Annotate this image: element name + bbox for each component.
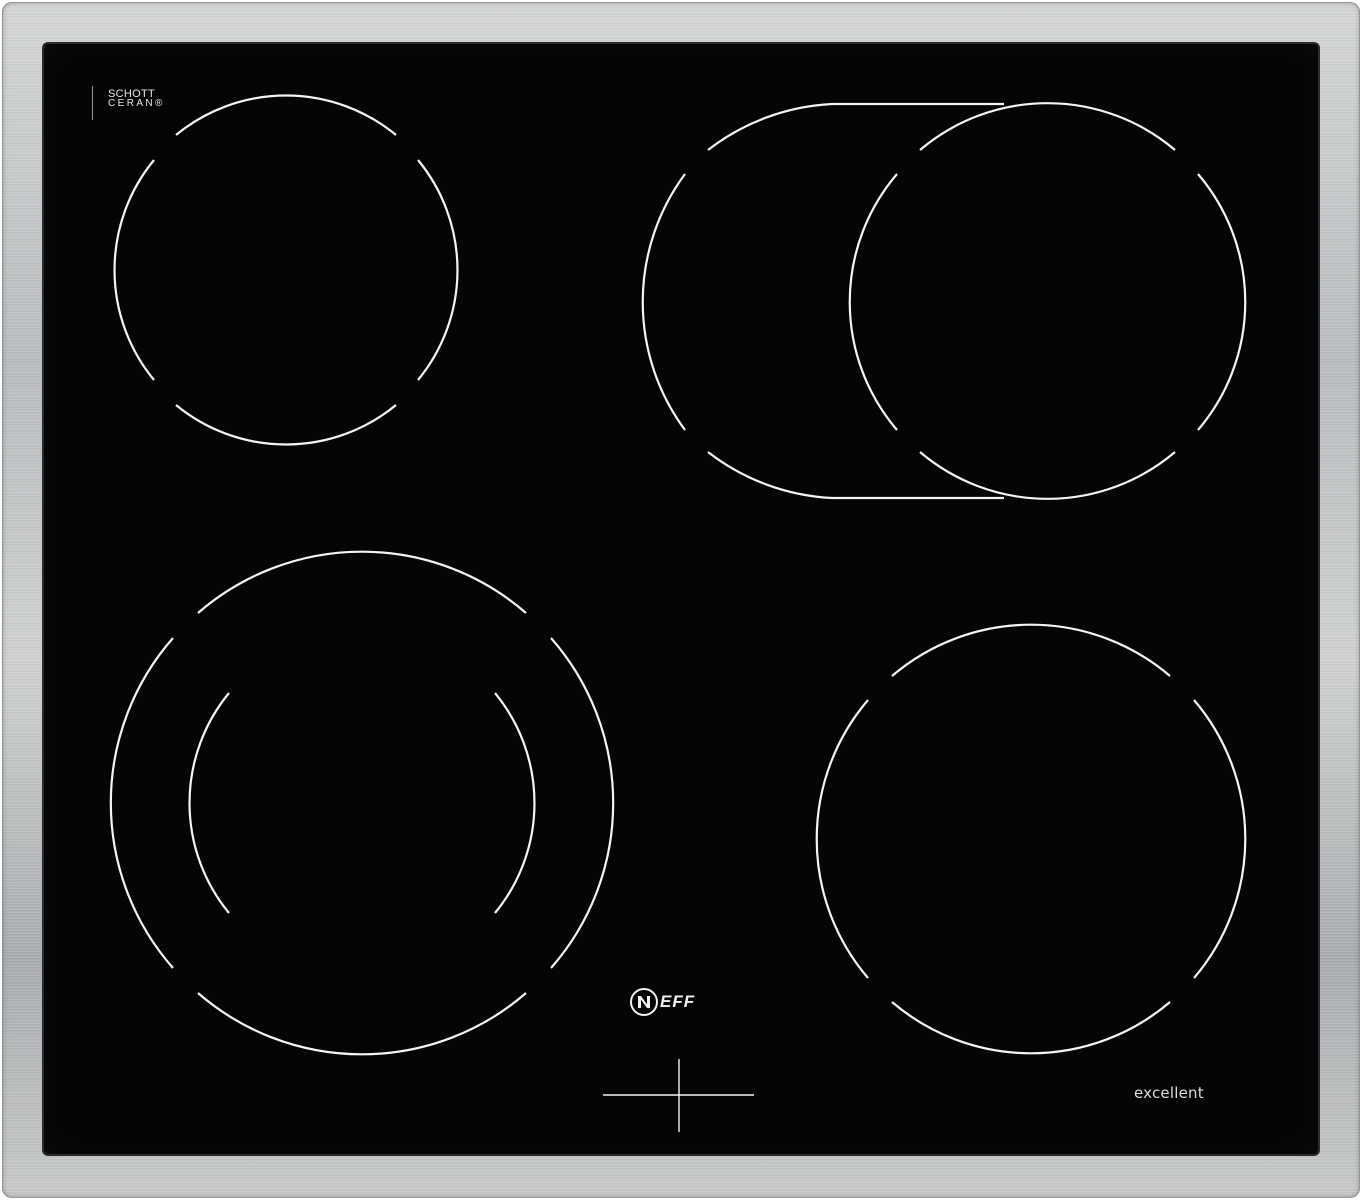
cooking-zones (109, 94, 1247, 1132)
ceran-text: CERAN® (108, 98, 165, 109)
neff-logo-icon (630, 988, 658, 1016)
serial-marking (92, 86, 93, 120)
series-label: excellent (1134, 1084, 1204, 1102)
zone-bottom-right[interactable] (815, 623, 1247, 1055)
neff-logo-text: EFF (660, 992, 696, 1011)
zone-bottom-left-outer[interactable] (109, 550, 615, 1056)
schott-ceran-logo: SCHOTT CERAN® (108, 89, 165, 109)
control-cross-icon (603, 1059, 754, 1132)
zone-top-right-oval[interactable] (641, 102, 1004, 500)
zone-top-left[interactable] (113, 94, 459, 446)
zone-bottom-left-inner[interactable] (188, 692, 536, 914)
zone-top-right-round[interactable] (848, 102, 1247, 500)
neff-logo: EFF (630, 988, 695, 1016)
